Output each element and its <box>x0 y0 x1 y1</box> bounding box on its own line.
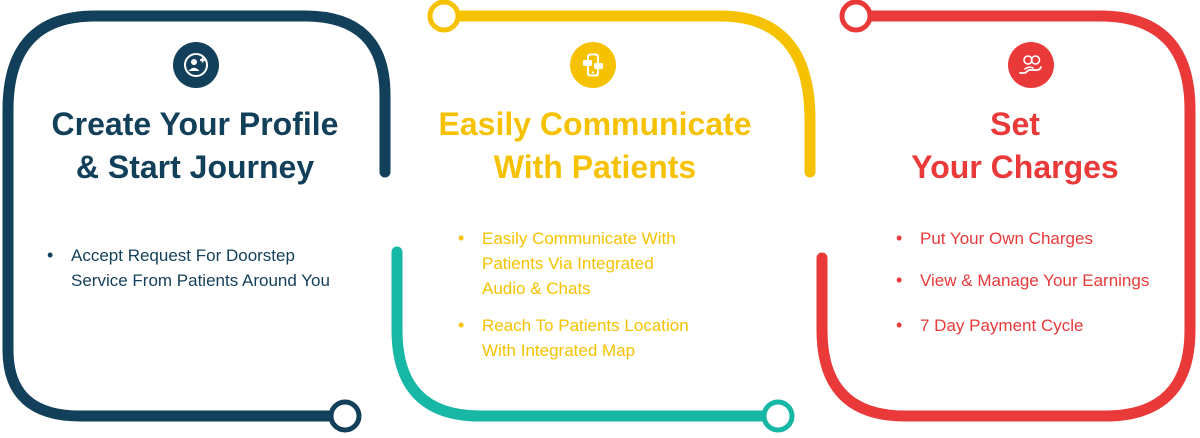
card-2-bullet-2-line-1: Reach To Patients Location <box>482 316 689 335</box>
phone-chat-icon <box>570 42 616 88</box>
card-3-bullet-2-line-1: View & Manage Your Earnings <box>920 271 1150 290</box>
card-2-title-line-2: With Patients <box>493 149 697 185</box>
card-2-bullet-2-line-2: With Integrated Map <box>482 341 636 360</box>
card-3-title-line-2: Your Charges <box>911 149 1119 185</box>
card-1-title-line-2: & Start Journey <box>75 149 315 185</box>
card-2-end-ring <box>761 399 795 433</box>
card-3-bullet-1-line-1: Put Your Own Charges <box>920 229 1093 248</box>
card-2-bullet-2: Reach To Patients Location With Integrat… <box>458 313 758 363</box>
card-3-bullet-2: View & Manage Your Earnings <box>896 268 1196 293</box>
card-1-title: Create Your Profile & Start Journey <box>10 103 380 189</box>
card-3-title-line-1: Set <box>990 106 1040 142</box>
card-2-title: Easily Communicate With Patients <box>405 103 785 189</box>
card-3-bullet-3-line-1: 7 Day Payment Cycle <box>920 316 1084 335</box>
card-3-bullet-1: Put Your Own Charges <box>896 226 1196 251</box>
card-3-start-ring <box>839 0 873 33</box>
card-2-start-ring <box>427 0 461 33</box>
card-1-bullet-1-line-2: Service From Patients Around You <box>71 271 330 290</box>
card-1-bullet-list: Accept Request For Doorstep Service From… <box>47 243 387 293</box>
card-2-bullet-1-line-1: Easily Communicate With <box>482 229 676 248</box>
card-2-title-line-1: Easily Communicate <box>438 106 752 142</box>
card-1-bullet-1: Accept Request For Doorstep Service From… <box>47 243 387 293</box>
card-2-bullet-1-line-3: Audio & Chats <box>482 279 591 298</box>
card-3-title: Set Your Charges <box>845 103 1185 189</box>
hand-money-icon <box>1008 42 1054 88</box>
card-1-end-ring <box>328 399 362 433</box>
card-2-bullet-list: Easily Communicate With Patients Via Int… <box>458 226 758 363</box>
card-1-bullet-1-line-1: Accept Request For Doorstep <box>71 246 295 265</box>
card-3-outline <box>816 10 1196 422</box>
card-3-bullet-list: Put Your Own Charges View & Manage Your … <box>896 226 1196 338</box>
add-user-icon <box>173 42 219 88</box>
card-3-bullet-3: 7 Day Payment Cycle <box>896 313 1196 338</box>
card-2-bullet-1: Easily Communicate With Patients Via Int… <box>458 226 758 301</box>
card-2-bullet-1-line-2: Patients Via Integrated <box>482 254 654 273</box>
card-1-title-line-1: Create Your Profile <box>51 106 339 142</box>
